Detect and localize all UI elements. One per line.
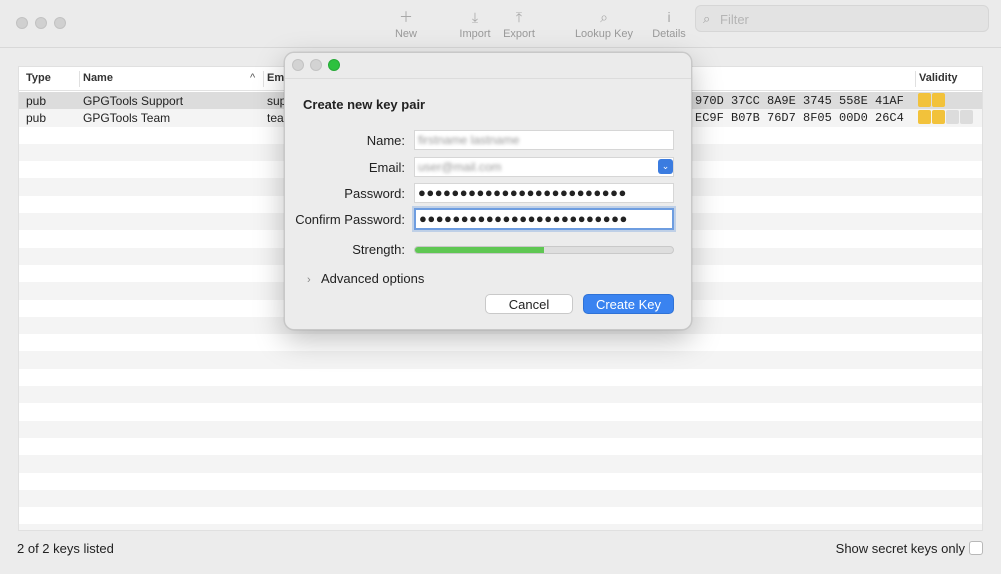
password-strength-meter [414, 246, 674, 254]
search-icon: ⌕ [703, 11, 711, 26]
dialog-title: Create new key pair [303, 97, 426, 112]
import-icon: ⤓ [471, 9, 479, 25]
cell-type: pub [26, 94, 47, 108]
column-header-name[interactable]: Name [83, 72, 113, 84]
create-key-pair-dialog: Create new key pair Name: firstname last… [284, 52, 692, 330]
empty-row [19, 489, 982, 508]
minimize-window-button[interactable] [35, 17, 47, 29]
dialog-close-button[interactable] [292, 59, 304, 71]
toolbar-new-button[interactable]: ＋ New [390, 6, 422, 40]
validity-bar [946, 93, 959, 107]
validity-bar [960, 93, 973, 107]
cell-type: pub [26, 111, 47, 126]
plus-icon: ＋ [399, 9, 413, 25]
name-value: firstname lastname [418, 133, 520, 147]
column-separator [263, 71, 264, 87]
toolbar-import-button[interactable]: ⤓ Import [455, 6, 495, 40]
sort-ascending-icon: ^ [250, 72, 256, 84]
password-label: Password: [344, 186, 405, 201]
toolbar-lookup-key-button[interactable]: ⌕ Lookup Key [574, 6, 634, 40]
email-combobox[interactable]: user@mail.com [414, 157, 674, 177]
confirm-password-value: ●●●●●●●●●●●●●●●●●●●●●●●●● [419, 211, 628, 226]
info-icon: i [667, 9, 671, 25]
validity-bar [946, 110, 959, 125]
chevron-right-icon: › [307, 274, 311, 286]
close-window-button[interactable] [16, 17, 28, 29]
toolbar-export-button[interactable]: ⤒ Export [500, 6, 538, 40]
empty-row [19, 420, 982, 438]
empty-row [19, 455, 982, 473]
validity-bar [932, 93, 945, 107]
toolbar-details-button[interactable]: i Details [650, 6, 688, 40]
empty-row [19, 473, 982, 490]
chevron-down-icon[interactable]: ⌄ [658, 159, 673, 174]
column-separator [915, 71, 916, 87]
empty-row [19, 351, 982, 369]
empty-row [19, 507, 982, 524]
keys-count-status: 2 of 2 keys listed [17, 541, 114, 556]
advanced-options-label: Advanced options [321, 271, 425, 286]
email-value: user@mail.com [418, 160, 502, 174]
validity-indicator [918, 110, 973, 125]
empty-row [19, 386, 982, 404]
validity-bar [960, 110, 973, 125]
zoom-window-button[interactable] [54, 17, 66, 29]
export-icon: ⤒ [515, 9, 523, 25]
validity-bar [932, 110, 945, 125]
confirm-password-label: Confirm Password: [295, 212, 405, 227]
password-field[interactable]: ●●●●●●●●●●●●●●●●●●●●●●●●● [414, 183, 674, 203]
empty-row [19, 438, 982, 455]
validity-bar [918, 93, 931, 107]
strength-label: Strength: [352, 242, 405, 257]
column-header-validity[interactable]: Validity [919, 72, 958, 84]
confirm-password-field[interactable]: ●●●●●●●●●●●●●●●●●●●●●●●●● [414, 208, 674, 230]
filter-search-field[interactable]: ⌕ [695, 5, 989, 32]
column-separator [79, 71, 80, 87]
validity-indicator [918, 93, 973, 107]
toolbar: ＋ New ⤓ Import ⤒ Export ⌕ Lookup Key i D… [0, 0, 1001, 48]
column-header-type[interactable]: Type [26, 72, 51, 84]
empty-row [19, 369, 982, 386]
email-label: Email: [368, 160, 405, 175]
show-secret-keys-label: Show secret keys only [835, 541, 965, 556]
dialog-zoom-button[interactable] [328, 59, 340, 71]
dialog-titlebar [285, 53, 691, 79]
validity-bar [918, 110, 931, 125]
magnifier-icon: ⌕ [600, 9, 608, 25]
advanced-options-disclosure[interactable]: › Advanced options [307, 271, 424, 286]
cell-fingerprint: 970D 37CC 8A9E 3745 558E 41AF [695, 94, 904, 108]
show-secret-keys-checkbox[interactable] [969, 541, 983, 555]
empty-row [19, 403, 982, 420]
cancel-button[interactable]: Cancel [485, 294, 573, 314]
password-value: ●●●●●●●●●●●●●●●●●●●●●●●●● [418, 185, 627, 200]
name-field[interactable]: firstname lastname [414, 130, 674, 150]
strength-fill [415, 247, 544, 253]
dialog-minimize-button[interactable] [310, 59, 322, 71]
cell-name: GPGTools Support [83, 94, 184, 108]
create-key-button[interactable]: Create Key [583, 294, 674, 314]
filter-input[interactable] [720, 10, 980, 28]
empty-row [19, 334, 982, 351]
cell-name: GPGTools Team [83, 111, 171, 126]
name-label: Name: [366, 133, 405, 148]
cell-email: tea [267, 111, 284, 126]
cell-fingerprint: EC9F B07B 76D7 8F05 00D0 26C4 [695, 111, 904, 126]
empty-row [19, 524, 982, 530]
